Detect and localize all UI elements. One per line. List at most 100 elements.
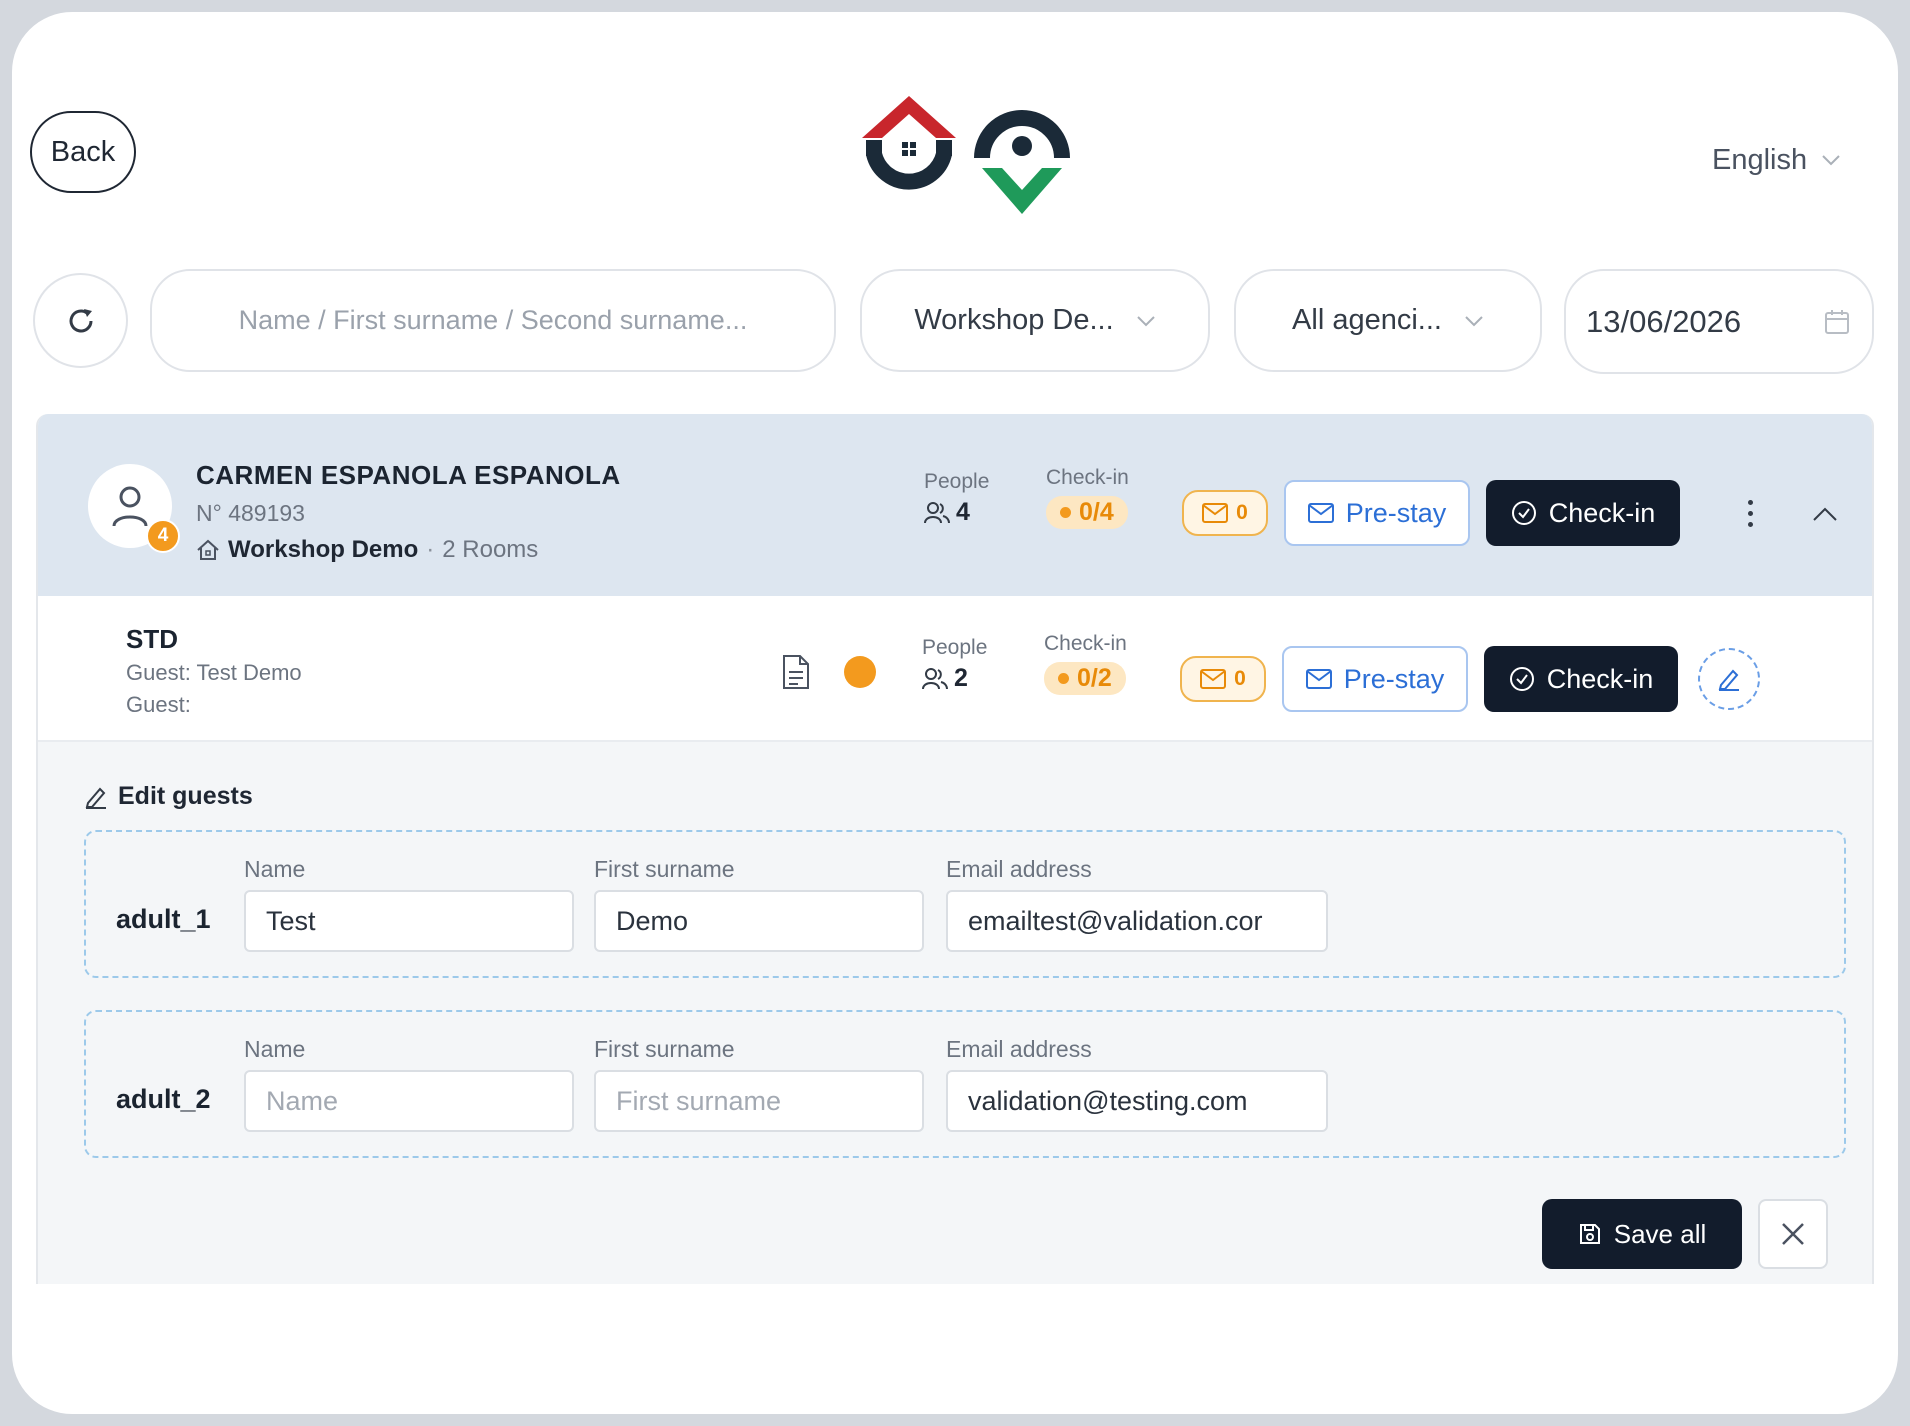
reservation-number: N° 489193 xyxy=(196,500,305,526)
reservation-header[interactable]: 4 CARMEN ESPANOLA ESPANOLA N° 489193 Wor… xyxy=(38,414,1872,596)
edit-guests-title: Edit guests xyxy=(118,782,253,810)
surname-field[interactable]: Demo xyxy=(594,890,924,952)
name-field[interactable]: Name xyxy=(244,1070,574,1132)
checkin-progress-badge: 0/4 xyxy=(1046,496,1128,529)
guest-form-adult-1: adult_1 Name Test First surname Demo Ema… xyxy=(84,830,1846,978)
date-picker[interactable]: 13/06/2026 xyxy=(1564,269,1874,374)
hotel-select-value: Workshop De... xyxy=(914,304,1114,336)
user-icon xyxy=(112,486,148,527)
checkin-label: Check-in xyxy=(1046,466,1129,489)
prestay-button[interactable]: Pre-stay xyxy=(1284,480,1470,546)
chevron-up-icon[interactable] xyxy=(1812,506,1838,522)
checkin-progress-badge: 0/2 xyxy=(1044,662,1126,695)
checkin-button-label: Check-in xyxy=(1548,497,1656,528)
email-field[interactable]: validation@testing.com xyxy=(946,1070,1328,1132)
agency-select[interactable]: All agenci... xyxy=(1234,269,1542,372)
people-value: 2 xyxy=(922,664,987,693)
people-stat: People 2 xyxy=(922,636,987,693)
room-guest-1: Guest: Test Demo xyxy=(126,660,302,685)
reservation-guest-name: CARMEN ESPANOLA ESPANOLA xyxy=(196,460,621,490)
mail-count: 0 xyxy=(1234,667,1246,690)
name-label: Name xyxy=(244,1036,306,1062)
people-count: 2 xyxy=(954,664,968,692)
save-all-button[interactable]: Save all xyxy=(1542,1199,1742,1269)
surname-field[interactable]: First surname xyxy=(594,1070,924,1132)
hotel-select[interactable]: Workshop De... xyxy=(860,269,1210,372)
prestay-label: Pre-stay xyxy=(1345,497,1447,528)
checkin-button[interactable]: Check-in xyxy=(1484,646,1678,712)
avatar-badge: 4 xyxy=(146,519,180,553)
reservation-hotel: Workshop Demo · 2 Rooms xyxy=(196,536,538,564)
document-icon[interactable] xyxy=(782,654,810,690)
surname-label: First surname xyxy=(594,856,735,882)
checkin-stat: Check-in 0/2 xyxy=(1044,632,1127,695)
room-row[interactable]: STD Guest: Test Demo Guest: People 2 Che… xyxy=(38,596,1872,742)
date-value: 13/06/2026 xyxy=(1586,303,1742,339)
mail-icon xyxy=(1200,669,1227,689)
people-label: People xyxy=(924,470,990,493)
save-all-label: Save all xyxy=(1613,1218,1707,1249)
mail-icon xyxy=(1305,669,1332,689)
checkin-progress: 0/4 xyxy=(1079,498,1114,526)
calendar-icon xyxy=(1825,309,1849,334)
close-button[interactable] xyxy=(1758,1199,1828,1269)
rooms-count: 2 Rooms xyxy=(442,536,539,563)
mail-badge[interactable]: 0 xyxy=(1182,490,1268,536)
name-field[interactable]: Test xyxy=(244,890,574,952)
reservation-card: 4 CARMEN ESPANOLA ESPANOLA N° 489193 Wor… xyxy=(36,414,1874,1284)
mail-icon xyxy=(1202,503,1229,523)
surname-label: First surname xyxy=(594,1036,735,1062)
room-type: STD xyxy=(126,624,178,654)
checkin-label: Check-in xyxy=(1044,632,1127,655)
checkin-button[interactable]: Check-in xyxy=(1486,480,1680,546)
refresh-icon xyxy=(69,308,92,332)
edit-guests-panel: Edit guests adult_1 Name Test First surn… xyxy=(38,742,1872,1284)
chevron-down-icon xyxy=(1136,315,1155,326)
mail-icon xyxy=(1307,503,1334,523)
email-label: Email address xyxy=(946,856,1092,882)
people-value: 4 xyxy=(924,498,989,527)
people-stat: People 4 xyxy=(924,470,989,527)
name-label: Name xyxy=(244,856,306,882)
pencil-icon xyxy=(85,787,106,809)
status-indicator xyxy=(844,656,876,688)
checkin-stat: Check-in 0/4 xyxy=(1046,466,1129,529)
edit-guests-heading: Edit guests xyxy=(84,782,253,811)
room-guest-2: Guest: xyxy=(126,692,191,717)
back-button[interactable]: Back xyxy=(30,111,136,193)
people-icon xyxy=(924,501,950,523)
save-icon xyxy=(1579,1224,1600,1244)
logo xyxy=(862,96,1070,214)
prestay-button[interactable]: Pre-stay xyxy=(1282,646,1468,712)
checkin-progress: 0/2 xyxy=(1077,664,1112,692)
chevron-down-icon xyxy=(1465,315,1483,326)
edit-room-button[interactable] xyxy=(1698,648,1760,710)
prestay-label: Pre-stay xyxy=(1343,663,1445,694)
status-dot xyxy=(1058,673,1069,684)
pencil-icon xyxy=(1718,669,1739,691)
email-field[interactable]: emailtest@validation.cor xyxy=(946,890,1328,952)
email-label: Email address xyxy=(946,1036,1092,1062)
language-label: English xyxy=(1712,143,1808,176)
home-icon xyxy=(197,539,219,560)
status-dot xyxy=(1060,507,1071,518)
kebab-icon[interactable] xyxy=(1740,500,1760,527)
separator: · xyxy=(426,536,435,563)
hotel-name: Workshop Demo xyxy=(228,536,419,563)
agency-select-value: All agenci... xyxy=(1292,304,1442,336)
people-label: People xyxy=(922,636,988,659)
people-icon xyxy=(922,667,948,689)
mail-badge[interactable]: 0 xyxy=(1180,656,1266,702)
chevron-down-icon xyxy=(1822,155,1840,166)
check-circle-icon xyxy=(1511,501,1536,525)
guest-label: adult_1 xyxy=(116,904,211,934)
guest-label: adult_2 xyxy=(116,1084,211,1114)
guest-form-adult-2: adult_2 Name Name First surname First su… xyxy=(84,1010,1846,1158)
mail-count: 0 xyxy=(1236,501,1248,524)
refresh-button[interactable] xyxy=(33,273,128,368)
app-frame: Back English Name / First surname / Seco… xyxy=(12,12,1898,1414)
search-input[interactable]: Name / First surname / Second surname... xyxy=(150,269,836,372)
language-selector[interactable]: English xyxy=(1712,140,1841,180)
people-count: 4 xyxy=(956,498,970,526)
check-circle-icon xyxy=(1509,667,1534,691)
